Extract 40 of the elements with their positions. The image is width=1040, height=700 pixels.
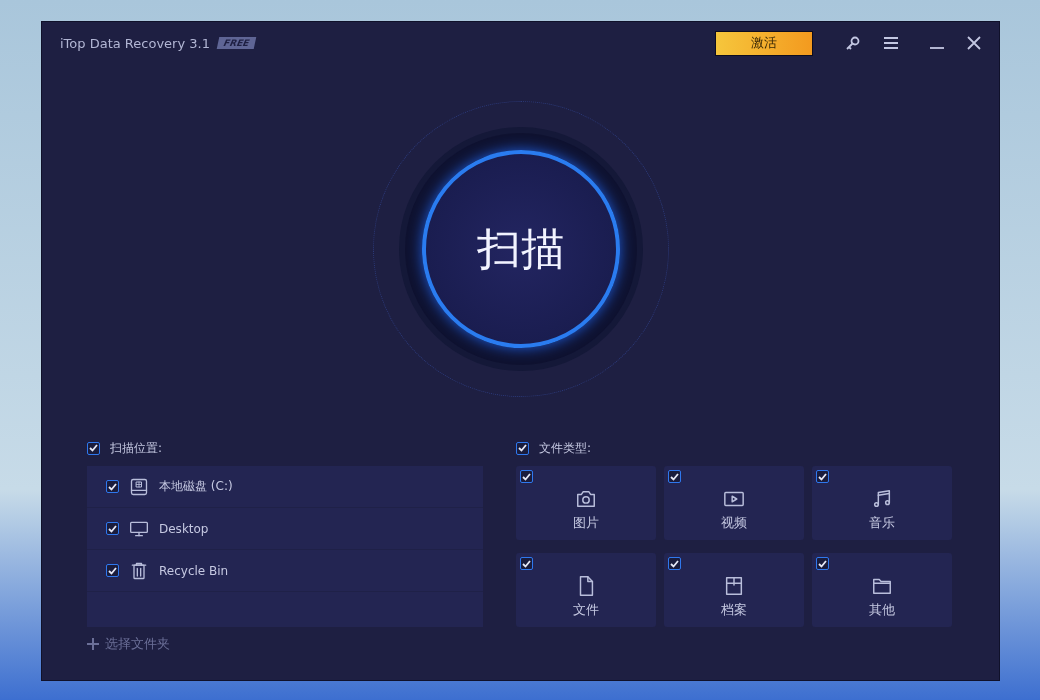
checkbox[interactable] bbox=[87, 441, 100, 455]
window-title: iTop Data Recovery 3.1 bbox=[60, 35, 210, 51]
file-type-tile[interactable]: 视频 bbox=[664, 466, 804, 540]
scan-button[interactable]: 扫描 bbox=[421, 150, 620, 348]
file-type-tile[interactable]: 音乐 bbox=[812, 466, 952, 540]
file-type-tile[interactable]: 其他 bbox=[812, 553, 952, 627]
file-type-label: 图片 bbox=[573, 514, 599, 532]
file-type-tile[interactable]: 图片 bbox=[516, 466, 656, 540]
location-label: 本地磁盘 (C:) bbox=[159, 478, 233, 495]
checkbox[interactable] bbox=[816, 470, 829, 483]
file-type-label: 文件 bbox=[573, 601, 599, 619]
activate-button[interactable]: 激活 bbox=[715, 30, 813, 56]
file-type-tile[interactable]: 档案 bbox=[664, 553, 804, 627]
file-type-label: 视频 bbox=[721, 514, 747, 532]
location-label: Recycle Bin bbox=[159, 563, 229, 578]
section-label: 扫描位置: bbox=[110, 439, 163, 457]
menu-icon bbox=[883, 36, 899, 50]
close-icon bbox=[967, 36, 981, 50]
file-type-label: 音乐 bbox=[869, 514, 895, 532]
checkbox[interactable] bbox=[106, 522, 119, 535]
section-label: 文件类型: bbox=[539, 439, 592, 457]
key-icon bbox=[845, 35, 861, 51]
trash-icon bbox=[129, 560, 149, 581]
file-type-tile[interactable]: 文件 bbox=[516, 553, 656, 627]
checkbox[interactable] bbox=[668, 557, 681, 570]
camera-icon bbox=[574, 488, 598, 510]
minimize-icon bbox=[929, 47, 945, 49]
checkbox[interactable] bbox=[106, 564, 119, 577]
checkbox[interactable] bbox=[668, 470, 681, 483]
checkbox[interactable] bbox=[816, 557, 829, 570]
edition-badge: FREE bbox=[216, 37, 257, 49]
checkbox[interactable] bbox=[520, 470, 533, 483]
file-type-label: 其他 bbox=[869, 601, 895, 619]
checkbox[interactable] bbox=[516, 441, 529, 455]
file-type-label: 档案 bbox=[721, 601, 747, 619]
plus-icon bbox=[87, 638, 99, 650]
drive-icon bbox=[129, 476, 149, 497]
checkbox[interactable] bbox=[106, 480, 119, 493]
checkbox[interactable] bbox=[520, 557, 533, 570]
location-label: Desktop bbox=[159, 521, 209, 536]
